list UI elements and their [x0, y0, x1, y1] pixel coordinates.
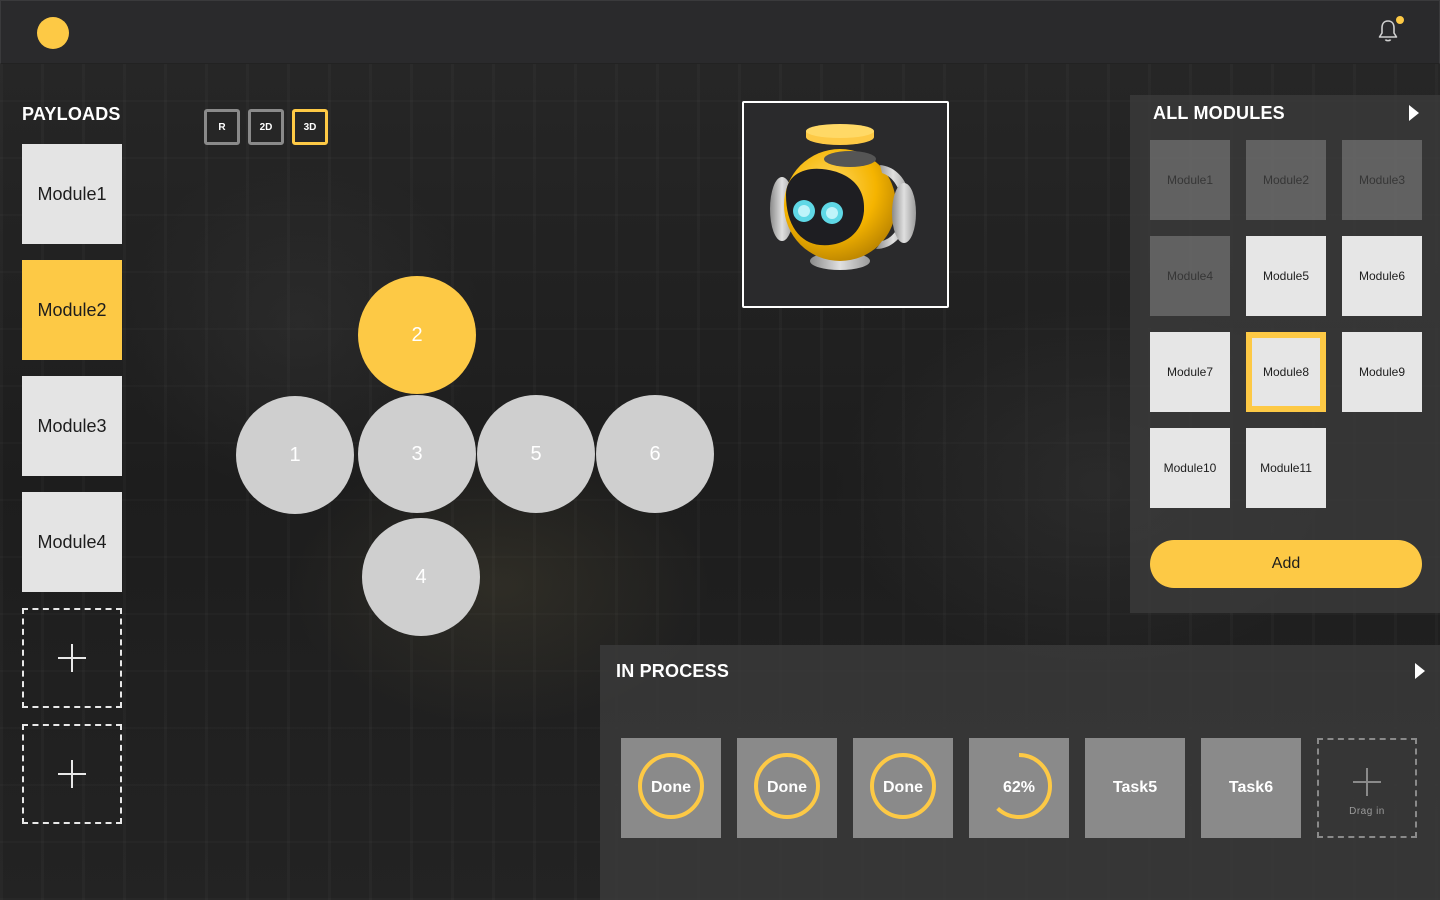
task-drop-zone[interactable]: Drag in [1317, 738, 1417, 838]
task-status-label: Done [767, 779, 807, 796]
module-tile[interactable]: Module5 [1246, 236, 1326, 316]
task-status-label: Done [883, 779, 923, 796]
payload-module3[interactable]: Module3 [22, 376, 122, 476]
task-status-label: Done [651, 779, 691, 796]
all-modules-title: ALL MODULES [1153, 103, 1285, 123]
payload-module1[interactable]: Module1 [22, 144, 122, 244]
module-tile[interactable]: Module9 [1342, 332, 1422, 412]
task-card[interactable]: Done [737, 738, 837, 838]
task-card[interactable]: Task5 [1085, 738, 1185, 838]
expand-arrow-icon[interactable] [1409, 105, 1419, 121]
layout-slot-3[interactable]: 3 [358, 395, 476, 513]
module-tile[interactable]: Module7 [1150, 332, 1230, 412]
module-tile[interactable]: Module2 [1246, 140, 1326, 220]
layout-slot-4[interactable]: 4 [362, 518, 480, 636]
task-card[interactable]: 62% [969, 738, 1069, 838]
view-mode-r-button[interactable]: R [204, 109, 240, 145]
robot-preview [742, 101, 949, 308]
module-tile-selected[interactable]: Module8 [1246, 332, 1326, 412]
view-mode-3d-button[interactable]: 3D [292, 109, 328, 145]
logo-icon[interactable] [37, 17, 69, 49]
payloads-title: PAYLOADS [22, 104, 121, 124]
layout-slot-6[interactable]: 6 [596, 395, 714, 513]
robot-icon [770, 124, 916, 270]
notification-badge [1396, 16, 1404, 24]
module-tile[interactable]: Module6 [1342, 236, 1422, 316]
module-tile[interactable]: Module1 [1150, 140, 1230, 220]
task-status-label: 62% [1002, 779, 1036, 796]
module-tile[interactable]: Module11 [1246, 428, 1326, 508]
plus-icon [1353, 768, 1381, 796]
task-card[interactable]: Done [853, 738, 953, 838]
task-card[interactable]: Task6 [1201, 738, 1301, 838]
drop-zone-label: Drag in [1349, 806, 1385, 817]
expand-arrow-icon[interactable] [1415, 663, 1425, 679]
module-tile[interactable]: Module3 [1342, 140, 1422, 220]
in-process-title: IN PROCESS [616, 661, 730, 681]
empty-payload-slot[interactable] [22, 724, 122, 824]
top-bar [0, 0, 1440, 64]
view-mode-2d-button[interactable]: 2D [248, 109, 284, 145]
empty-payload-slot[interactable] [22, 608, 122, 708]
module-tile[interactable]: Module4 [1150, 236, 1230, 316]
module-tile[interactable]: Module10 [1150, 428, 1230, 508]
payload-module2[interactable]: Module2 [22, 260, 122, 360]
layout-slot-2[interactable]: 2 [358, 276, 476, 394]
task-name-label: Task6 [1228, 779, 1274, 796]
layout-slot-1[interactable]: 1 [236, 396, 354, 514]
plus-icon [58, 644, 86, 672]
payload-module4[interactable]: Module4 [22, 492, 122, 592]
task-card[interactable]: Done [621, 738, 721, 838]
plus-icon [58, 760, 86, 788]
add-button[interactable]: Add [1150, 540, 1422, 588]
task-name-label: Task5 [1112, 779, 1158, 796]
layout-slot-5[interactable]: 5 [477, 395, 595, 513]
